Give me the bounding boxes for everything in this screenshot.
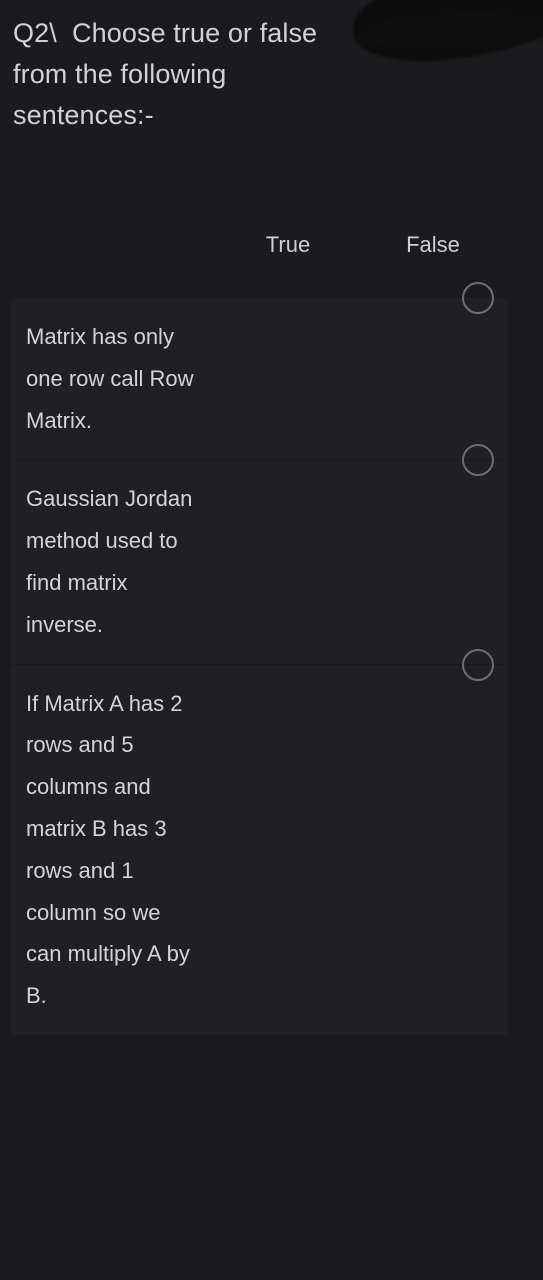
table-row: If Matrix A has 2 rows and 5 columns and… xyxy=(11,648,508,1035)
row-statement: If Matrix A has 2 rows and 5 columns and… xyxy=(26,690,196,1009)
page-title: Q2\ Choose true or false from the follow… xyxy=(13,18,325,130)
radio-true[interactable] xyxy=(462,282,494,314)
row-statement: Matrix has only one row call Row Matrix. xyxy=(26,324,200,433)
table-row: Matrix has only one row call Row Matrix. xyxy=(11,282,508,461)
column-headers: True False xyxy=(0,228,543,268)
quiz-page: Q2\ Choose true or false from the follow… xyxy=(0,0,543,1280)
row-statement: Gaussian Jordan method used to find matr… xyxy=(26,486,199,637)
redaction-blob-icon xyxy=(347,0,543,71)
column-header-false: False xyxy=(406,232,460,257)
true-false-grid: Matrix has only one row call Row Matrix.… xyxy=(11,282,508,1035)
radio-true[interactable] xyxy=(462,444,494,477)
table-row: Gaussian Jordan method used to find matr… xyxy=(11,444,508,665)
radio-true[interactable] xyxy=(462,648,494,681)
column-header-true: True xyxy=(265,232,311,257)
